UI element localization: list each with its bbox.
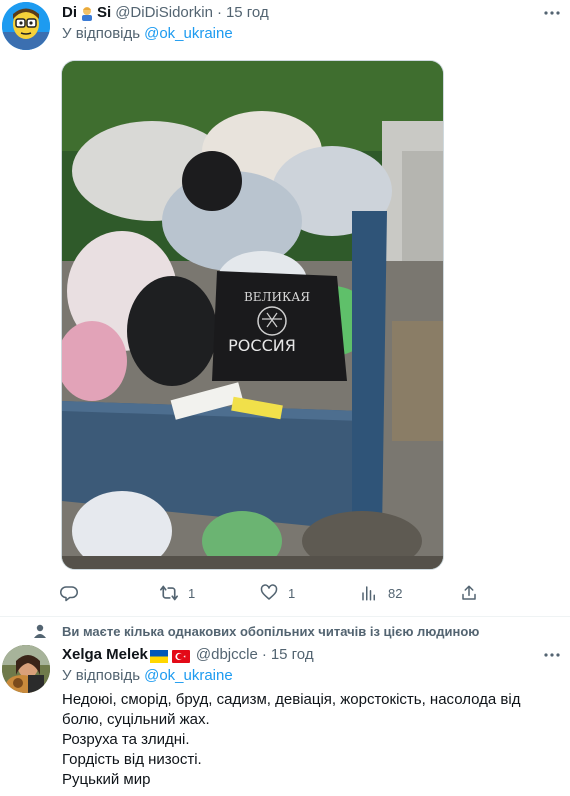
separator-dot: · — [261, 646, 267, 663]
share-icon — [458, 582, 480, 604]
reply-prefix: У відповідь — [62, 667, 141, 684]
heart-icon — [258, 582, 280, 604]
avatar[interactable] — [2, 645, 50, 693]
tweet: Di Si @DiDiSidorkin · 15 год У відповідь… — [0, 0, 570, 617]
reply-prefix: У відповідь — [62, 25, 141, 42]
author-name[interactable]: Di — [62, 3, 77, 23]
bag-text-velikaya: ВЕЛИКАЯ — [244, 290, 310, 304]
author-handle[interactable]: @DiDiSidorkin — [115, 3, 213, 23]
like-button[interactable]: 1 — [258, 581, 358, 605]
retweet-icon — [158, 582, 180, 604]
reply-context: У відповідь @ok_ukraine — [62, 24, 233, 44]
tweet-photo[interactable]: ВЕЛИКАЯ РОССИЯ — [61, 60, 444, 570]
separator-dot: · — [216, 4, 222, 21]
tweet-header: Di Si @DiDiSidorkin · 15 год — [62, 3, 269, 23]
person-emoji-icon — [79, 5, 95, 21]
ukraine-flag-icon — [149, 649, 168, 663]
views-count: 82 — [388, 585, 403, 601]
reply-handle-link[interactable]: @ok_ukraine — [144, 25, 233, 42]
turkey-flag-icon — [171, 649, 190, 663]
timestamp[interactable]: 15 год — [271, 645, 314, 665]
like-count: 1 — [288, 585, 296, 601]
author-name-suffix[interactable]: Si — [97, 3, 111, 23]
tweet-header: Xelga Melek @dbjccle · 15 год — [62, 645, 314, 665]
reply-handle-link[interactable]: @ok_ukraine — [144, 667, 233, 684]
person-icon — [32, 623, 48, 639]
tweet-text: Недоюі, сморід, бруд, садизм, девіація, … — [62, 690, 562, 790]
social-context: Ви маєте кілька однакових обопільних чит… — [32, 623, 479, 639]
reply-icon — [58, 582, 80, 604]
author-handle[interactable]: @dbjccle — [196, 645, 258, 665]
photo-garbage-dumpster: ВЕЛИКАЯ РОССИЯ — [62, 61, 443, 569]
tweet-actions: 1 1 82 — [58, 581, 498, 605]
tweet-text-line: Недоюі, сморід, бруд, садизм, девіація, … — [62, 691, 521, 728]
retweet-button[interactable]: 1 — [158, 581, 258, 605]
author-name[interactable]: Xelga Melek — [62, 645, 148, 665]
tweet-text-line: Руцький мир — [62, 771, 151, 788]
tweet-text-line: Гордість від низості. — [62, 751, 202, 768]
more-icon[interactable] — [542, 645, 562, 665]
timestamp[interactable]: 15 год — [226, 3, 269, 23]
views-button[interactable]: 82 — [358, 581, 458, 605]
reply-button[interactable] — [58, 581, 158, 605]
analytics-icon — [358, 582, 380, 604]
tweet-text-line: Розруха та злидні. — [62, 731, 190, 748]
more-icon[interactable] — [542, 3, 562, 23]
retweet-count: 1 — [188, 585, 196, 601]
social-context-text: Ви маєте кілька однакових обопільних чит… — [62, 623, 480, 639]
avatar[interactable] — [2, 2, 50, 50]
bag-text-rossiya: РОССИЯ — [228, 336, 296, 355]
reply-context: У відповідь @ok_ukraine — [62, 666, 233, 686]
share-button[interactable] — [458, 581, 498, 605]
